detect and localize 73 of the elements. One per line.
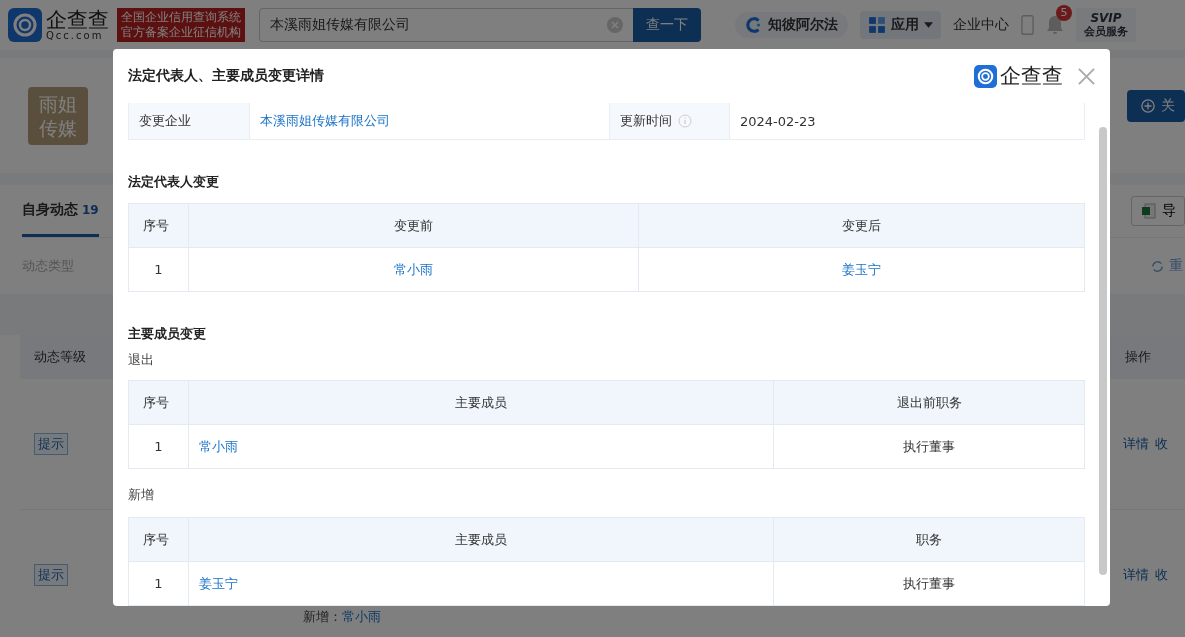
column-header: 操作 — [1125, 348, 1152, 366]
section-title: 主要成员变更 — [128, 326, 207, 342]
reset-button[interactable]: 重 — [1150, 257, 1185, 275]
plus-icon — [1141, 99, 1155, 113]
vip-label: SVIP — [1090, 11, 1122, 25]
notification-badge: 5 — [1056, 5, 1072, 21]
logo-domain: Qcc.com — [46, 30, 105, 41]
column-header: 序号 — [128, 203, 189, 248]
detail-link[interactable]: 常小雨 — [342, 609, 381, 624]
column-header: 序号 — [128, 517, 189, 562]
close-icon[interactable] — [1077, 66, 1096, 86]
column-header: 职务 — [773, 517, 1085, 562]
column-header: 序号 — [128, 380, 189, 425]
nav-link[interactable]: 企业中心 — [953, 16, 1009, 34]
bell-icon[interactable] — [1046, 15, 1064, 35]
row-number: 1 — [154, 576, 163, 591]
section-title: 法定代表人变更 — [128, 174, 220, 190]
info-value: 2024-02-23 — [740, 113, 816, 129]
group-label: 新增 — [128, 487, 155, 503]
logo-icon — [974, 64, 997, 88]
tab-label: 自身动态 — [22, 200, 78, 219]
alpha-button[interactable]: 知彼阿尔法 — [735, 12, 848, 38]
refresh-icon — [1150, 258, 1165, 274]
logo-text: 企查查 — [46, 9, 109, 31]
dialog-title: 法定代表人、主要成员变更详情 — [128, 67, 324, 85]
row-number: 1 — [154, 439, 163, 454]
clear-icon[interactable] — [607, 17, 623, 33]
table-cell: 执行董事 — [903, 438, 955, 454]
column-header: 变更后 — [638, 203, 1085, 248]
person-link[interactable]: 常小雨 — [394, 261, 433, 277]
column-header: 变更前 — [188, 203, 639, 248]
phone-icon[interactable] — [1021, 14, 1034, 36]
logo-icon — [8, 8, 42, 42]
caret-icon — [924, 22, 933, 28]
info-label: 更新时间 — [620, 112, 672, 130]
export-button[interactable]: 导 — [1131, 196, 1185, 226]
action-link[interactable]: 详情 — [1123, 566, 1149, 584]
follow-button[interactable]: 关 — [1127, 90, 1185, 122]
search-button[interactable]: 查一下 — [633, 8, 701, 42]
tab[interactable]: 自身动态 19 — [22, 185, 99, 237]
alpha-logo-icon — [745, 16, 763, 34]
column-header: 主要成员 — [188, 517, 774, 562]
person-link[interactable]: 姜玉宁 — [199, 575, 238, 591]
certification-badge: 全国企业信用查询系统 官方备案企业征信机构 — [117, 8, 245, 42]
company-link[interactable]: 本溪雨姐传媒有限公司 — [260, 112, 390, 130]
column-header: 主要成员 — [188, 380, 774, 425]
group-label: 退出 — [128, 352, 155, 368]
info-icon — [678, 114, 692, 128]
vip-sublabel: 会员服务 — [1084, 25, 1128, 39]
level-tag: 提示 — [34, 564, 68, 586]
action-link[interactable]: 详情 — [1123, 435, 1149, 453]
alpha-label: 知彼阿尔法 — [768, 16, 838, 34]
detail-label: 新增： — [303, 609, 342, 624]
search-field[interactable]: 本溪雨姐传媒有限公司 — [259, 8, 633, 42]
tab-count: 19 — [82, 202, 99, 217]
action-link[interactable]: 收 — [1155, 566, 1168, 584]
vip-button[interactable]: SVIP 会员服务 — [1076, 8, 1136, 42]
table-cell: 执行董事 — [903, 575, 955, 591]
spreadsheet-icon — [1142, 203, 1156, 219]
level-tag: 提示 — [34, 433, 68, 455]
person-link[interactable]: 姜玉宁 — [842, 261, 881, 277]
column-header: 退出前职务 — [773, 380, 1085, 425]
person-link[interactable]: 常小雨 — [199, 438, 238, 454]
scrollbar[interactable] — [1099, 127, 1107, 575]
info-label: 变更企业 — [139, 112, 191, 130]
apps-menu[interactable]: 应用 — [860, 11, 941, 39]
logo-text: 企查查 — [1000, 63, 1063, 90]
column-header: 动态等级 — [34, 348, 86, 366]
company-avatar: 雨姐 传媒 — [28, 86, 88, 145]
apps-label: 应用 — [891, 16, 919, 34]
grid-icon — [868, 16, 886, 34]
action-link[interactable]: 收 — [1155, 435, 1168, 453]
row-number: 1 — [154, 262, 163, 277]
